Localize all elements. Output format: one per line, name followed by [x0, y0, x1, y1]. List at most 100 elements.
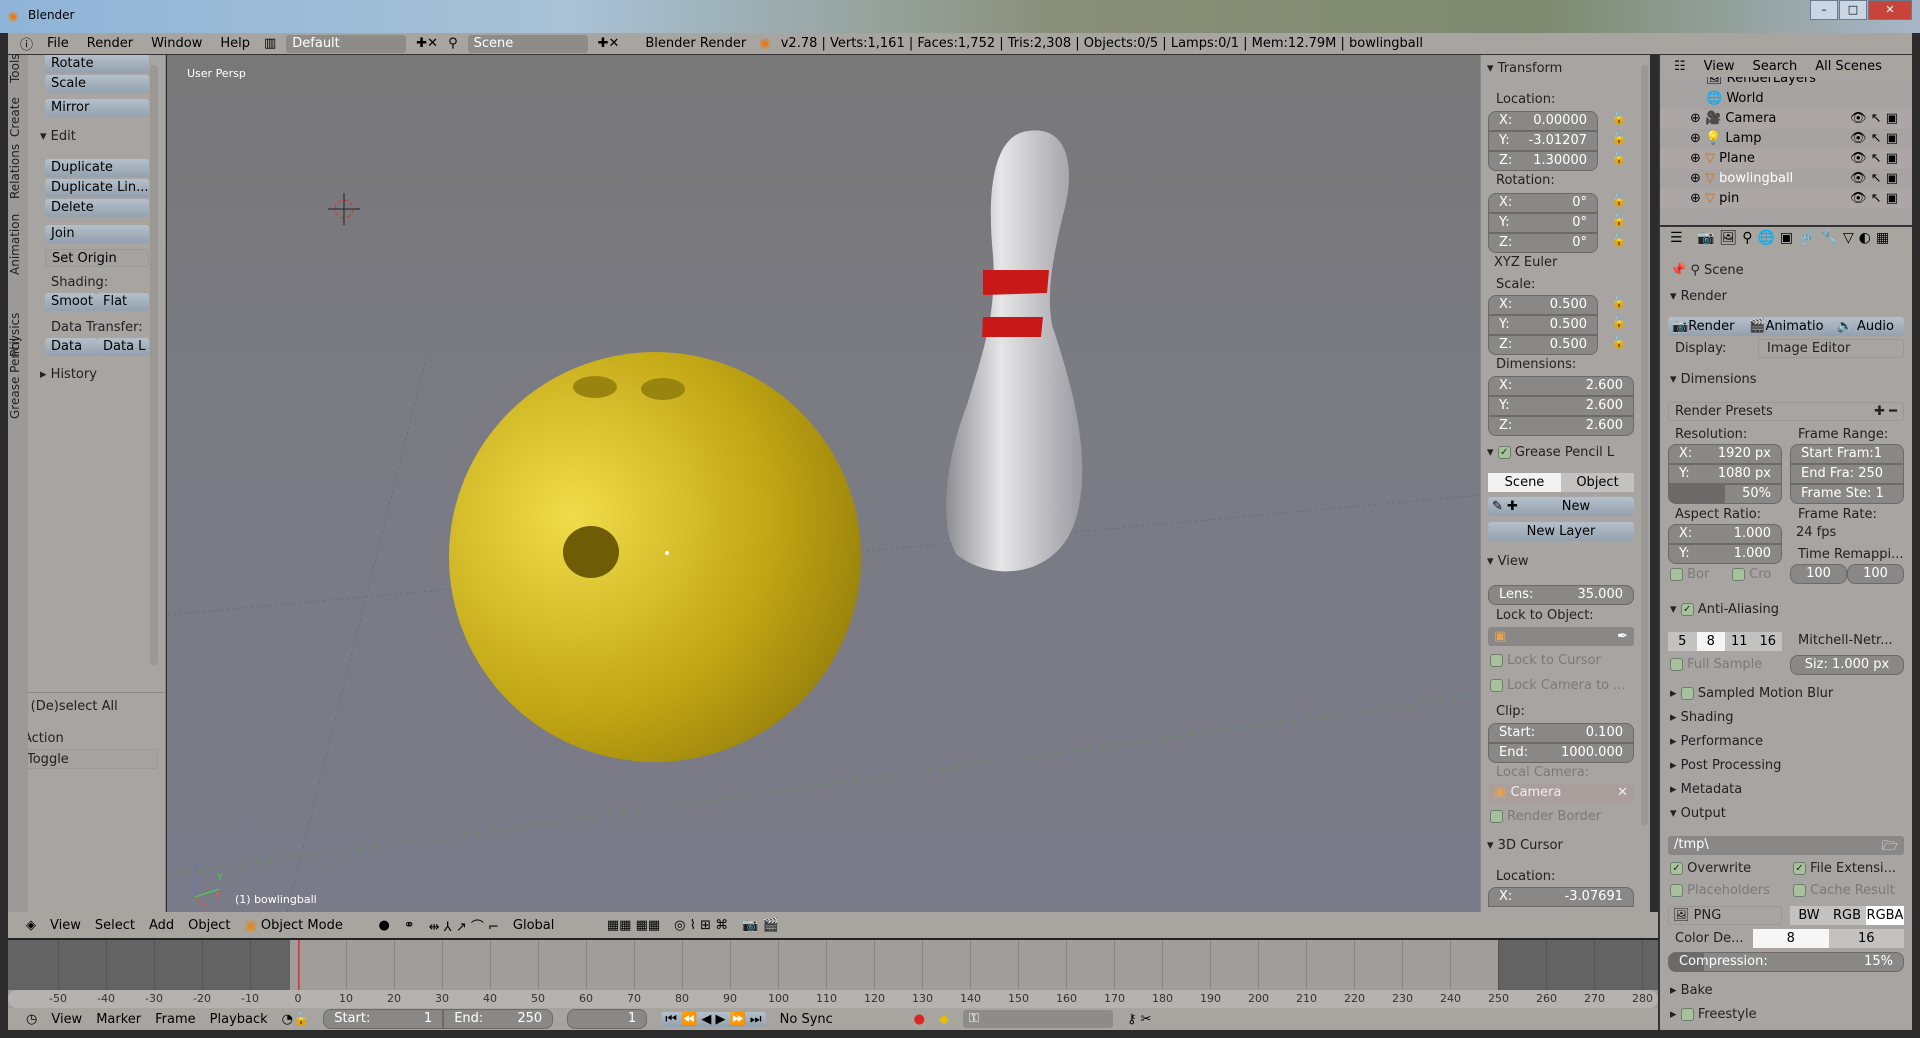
depth-16[interactable]: 16 [1828, 929, 1904, 948]
mirror-button[interactable]: Mirror [45, 99, 149, 117]
add-remove-layout-icon[interactable]: ✚✕ [416, 36, 438, 51]
duplicate-button[interactable]: Duplicate [45, 159, 149, 177]
aa-11[interactable]: 11 [1725, 632, 1754, 651]
lock-icon[interactable]: 🔓 [1609, 193, 1629, 213]
tab-gp-object[interactable]: Object [1561, 473, 1634, 492]
tl-menu-frame[interactable]: Frame [155, 1012, 196, 1027]
timeline-editor-icon[interactable]: ◷ [26, 1012, 37, 1027]
gp-new-button[interactable]: ✎ ✚ New [1488, 497, 1634, 516]
dimension-y-field[interactable]: Y: 2.600 [1488, 396, 1634, 416]
tab-gp-scene[interactable]: Scene [1488, 473, 1561, 492]
dimensions-panel-header[interactable]: ▾ Dimensions [1670, 372, 1757, 387]
render-engine-select[interactable]: Blender Render [629, 36, 749, 51]
cursor-x-field[interactable]: X: -3.07691 [1488, 887, 1634, 907]
sync-mode-select[interactable]: No Sync [780, 1012, 900, 1027]
menu-file[interactable]: File [43, 36, 73, 51]
render-presets-select[interactable]: Render Presets ✚ ━ [1668, 402, 1904, 421]
data-layout-button[interactable]: Data L [97, 338, 149, 356]
resolution-y-field[interactable]: Y: 1080 px [1668, 464, 1782, 484]
metadata-panel-header[interactable]: ▸ Metadata [1670, 782, 1742, 797]
maximize-button[interactable]: □ [1839, 0, 1867, 20]
keying-set-field[interactable]: ⚿ [962, 1010, 1113, 1028]
lock-icon[interactable]: 🔓 [1609, 295, 1629, 315]
lock-icon[interactable]: 🔓 [1609, 213, 1629, 233]
scale-button[interactable]: Scale [45, 75, 149, 93]
sidebar-scrollbar[interactable] [1641, 65, 1648, 825]
tab-grease-pencil[interactable]: Grease Pencil [8, 338, 28, 419]
rotation-y-field[interactable]: Y: 0° [1488, 213, 1598, 233]
render-panel-header[interactable]: ▾ Render [1670, 289, 1727, 304]
tool-shelf-scrollbar[interactable] [150, 65, 158, 665]
aa-size-field[interactable]: Siz: 1.000 px [1790, 655, 1904, 675]
lock-object-field[interactable]: ▣ ✒ [1488, 627, 1634, 646]
editor-type-icon[interactable]: ◈ [26, 918, 36, 933]
smooth-button[interactable]: Smoot [45, 293, 97, 311]
outliner-item-plane[interactable]: ⊕ ▽ Plane 👁 ↖ ▣ [1660, 149, 1912, 169]
tl-menu-view[interactable]: View [51, 1012, 82, 1027]
output-panel-header[interactable]: ▾ Output [1670, 806, 1726, 821]
start-frame-field[interactable]: Start: 1 [323, 1009, 444, 1029]
color-mode-rgb[interactable]: RGB [1828, 906, 1866, 925]
mode-select[interactable]: ▣ Object Mode [244, 918, 364, 933]
cache-result-toggle[interactable]: Cache Result [1793, 883, 1895, 898]
history-panel-header[interactable]: ▸ History [40, 367, 97, 382]
remap-new-field[interactable]: 100 [1847, 564, 1904, 584]
properties-context-tabs[interactable]: ☰ 📷🖼⚲🌐▣🔗🔧▽◐▦ [1660, 227, 1912, 251]
tl-menu-playback[interactable]: Playback [210, 1012, 268, 1027]
outliner-item-lamp[interactable]: ⊕ 💡 Lamp 👁 ↖ ▣ [1660, 129, 1912, 149]
render-border-toggle[interactable]: Render Border [1490, 809, 1601, 824]
lens-field[interactable]: Lens: 35.000 [1488, 585, 1634, 605]
shading-mode-icon[interactable]: ● [378, 918, 389, 933]
outliner-menu-view[interactable]: View [1704, 59, 1735, 74]
anti-aliasing-panel-header[interactable]: ▾ ✓ Anti-Aliasing [1670, 602, 1779, 617]
dimension-z-field[interactable]: Z: 2.600 [1488, 416, 1634, 436]
frame-rate-select[interactable]: 24 fps [1790, 524, 1904, 541]
transform-panel-header[interactable]: ▾ Transform [1487, 61, 1562, 76]
flat-button[interactable]: Flat [97, 293, 149, 311]
rotation-x-field[interactable]: X: 0° [1488, 193, 1598, 213]
outliner-item-renderlayers[interactable]: 🖼 RenderLayers [1660, 77, 1912, 89]
lock-icon[interactable]: 🔓 [1609, 151, 1629, 171]
location-z-field[interactable]: Z: 1.30000 [1488, 151, 1598, 171]
tab-relations[interactable]: Relations [8, 144, 28, 199]
menu-window[interactable]: Window [147, 36, 206, 51]
aa-16[interactable]: 16 [1754, 632, 1783, 651]
menu-object[interactable]: Object [188, 918, 230, 933]
border-toggle[interactable]: Bor [1670, 567, 1709, 582]
tab-create[interactable]: Create [8, 97, 28, 137]
gp-new-layer-button[interactable]: New Layer [1488, 522, 1634, 541]
preview-range-icon[interactable]: ◔🔒 [282, 1012, 310, 1027]
resolution-x-field[interactable]: X: 1920 px [1668, 444, 1782, 464]
scale-y-field[interactable]: Y: 0.500 [1488, 315, 1598, 335]
end-frame-field[interactable]: End: 250 [443, 1009, 554, 1029]
rotation-z-field[interactable]: Z: 0° [1488, 233, 1598, 253]
rotate-button[interactable]: Rotate [45, 55, 149, 73]
location-x-field[interactable]: X: 0.00000 [1488, 111, 1598, 131]
compression-slider[interactable]: Compression: 15% [1668, 952, 1904, 972]
crop-toggle[interactable]: Cro [1732, 567, 1771, 582]
tl-menu-marker[interactable]: Marker [96, 1012, 141, 1027]
file-format-select[interactable]: 🖼 PNG [1668, 906, 1782, 925]
operator-panel-header[interactable]: ▾ (De)select All [20, 699, 118, 714]
bake-panel-header[interactable]: ▸ Bake [1670, 983, 1713, 998]
add-remove-scene-icon[interactable]: ✚✕ [598, 36, 620, 51]
lock-icon[interactable]: 🔓 [1609, 315, 1629, 335]
post-processing-panel-header[interactable]: ▸ Post Processing [1670, 758, 1781, 773]
file-extensions-toggle[interactable]: ✓ File Extensi... [1793, 861, 1896, 876]
resolution-percentage-slider[interactable]: 50% [1668, 484, 1782, 504]
insert-delete-keyframe-icons[interactable]: ⚷ ✂ [1127, 1012, 1152, 1027]
lock-icon[interactable]: 🔓 [1609, 335, 1629, 355]
data-transfer-button[interactable]: Data [45, 338, 97, 356]
record-icon[interactable]: ● [914, 1012, 925, 1027]
overwrite-toggle[interactable]: ✓ Overwrite [1670, 861, 1751, 876]
scene-field[interactable]: Scene [467, 34, 588, 53]
orientation-select[interactable]: Global [513, 918, 593, 933]
timeline[interactable]: -50 -40 -30 -20 -10 0 10 20 30 40 50 60 70 80 90 100 110… [8, 940, 1658, 1008]
playback-controls[interactable]: ⏮ ⏪ ◀ ▶ ⏩ ⏭ [661, 1011, 766, 1027]
local-camera-field[interactable]: ▣ Camera ✕ [1488, 783, 1634, 802]
outliner-display-mode[interactable]: All Scenes [1815, 59, 1882, 74]
clip-end-field[interactable]: End: 1000.000 [1488, 743, 1634, 763]
layer-buttons[interactable]: ▦▦ ▦▦ [607, 918, 660, 933]
audio-button[interactable]: 🔊 Audio [1827, 317, 1904, 336]
motion-blur-panel-header[interactable]: ▸ Sampled Motion Blur [1670, 686, 1833, 701]
